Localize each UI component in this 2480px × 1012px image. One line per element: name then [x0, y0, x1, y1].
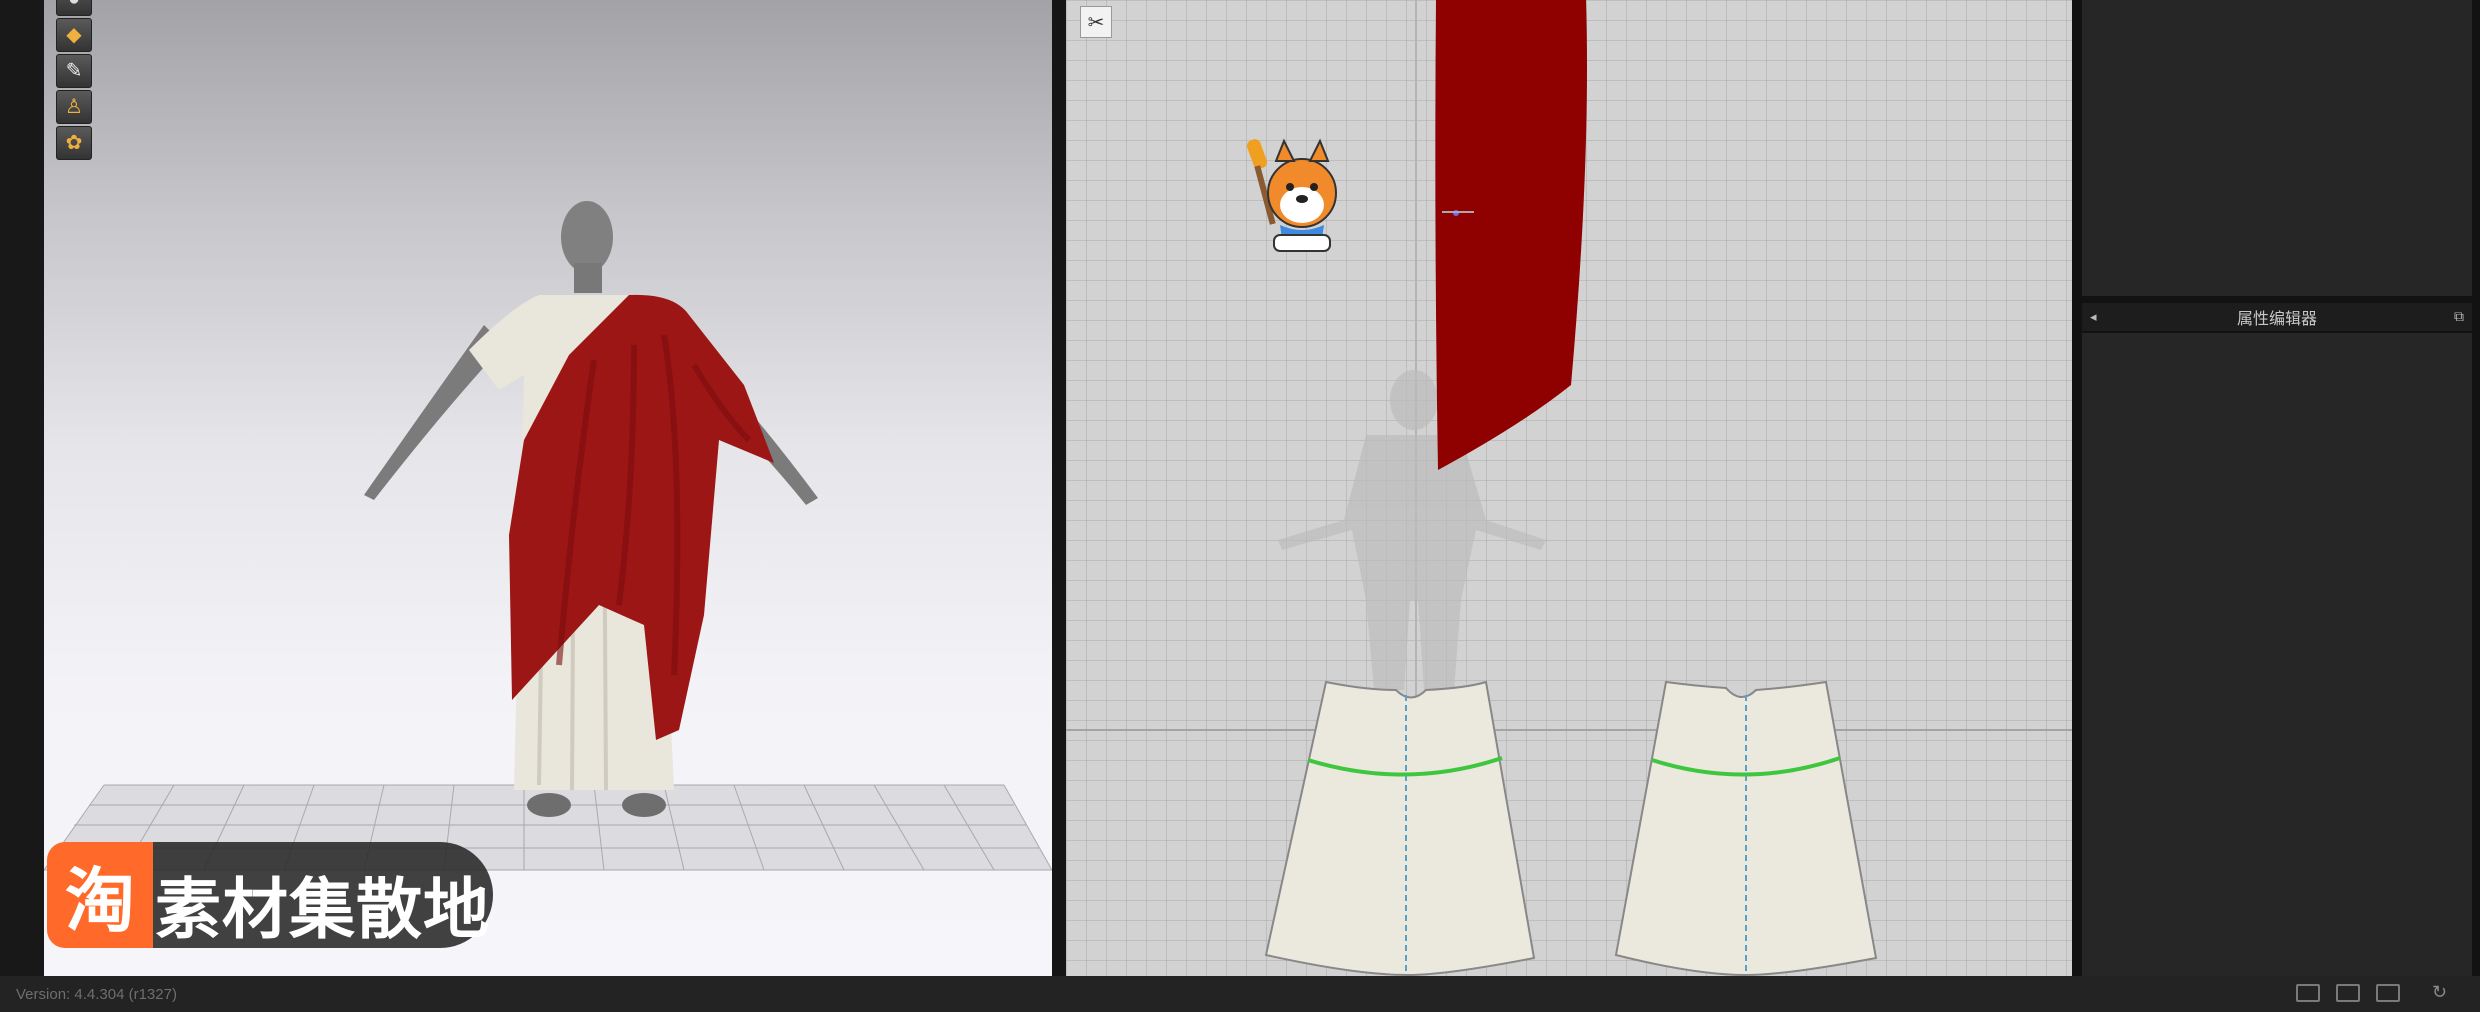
fabric-icon[interactable]: ◆ [56, 18, 92, 52]
watermark-text: 素材集散地 [155, 872, 490, 946]
property-editor-header: ◂ 属性编辑器 ⧉ [2082, 303, 2472, 331]
brush-icon[interactable]: ✎ [56, 54, 92, 88]
property-editor-panel[interactable] [2082, 333, 2472, 976]
property-editor-title: 属性编辑器 [2236, 311, 2317, 328]
popout-icon[interactable]: ⧉ [2454, 308, 2464, 325]
pattern-pieces[interactable] [1066, 0, 2072, 976]
avatar-icon[interactable]: ♙ [56, 90, 92, 124]
object-browser-panel[interactable] [2082, 0, 2472, 296]
watermark: 淘 素材集散地 [47, 842, 493, 948]
display-icon[interactable]: ● [56, 0, 92, 16]
layout-single-icon[interactable] [2296, 984, 2320, 1002]
right-panel: ◂ 属性编辑器 ⧉ [2072, 0, 2480, 976]
status-bar: Version: 4.4.304 (r1327) ↻ [0, 976, 2480, 1012]
left-panel-edge [0, 0, 44, 976]
viewport-2d[interactable]: ✂ [1066, 0, 2072, 976]
watermark-logo: 淘 [47, 842, 153, 948]
mascot-sticker [1246, 138, 1337, 252]
viewport-divider[interactable] [1052, 0, 1066, 976]
avatar-3d-garment[interactable] [344, 195, 844, 835]
version-text: Version: 4.4.304 (r1327) [16, 986, 177, 1003]
viewport-3d[interactable] [44, 0, 1052, 976]
layout-2d-icon[interactable] [2376, 984, 2400, 1002]
collapse-icon[interactable]: ◂ [2090, 309, 2097, 325]
refresh-icon[interactable]: ↻ [2432, 982, 2447, 1003]
layout-split-icon[interactable] [2336, 984, 2360, 1002]
palette-icon[interactable]: ✿ [56, 126, 92, 160]
